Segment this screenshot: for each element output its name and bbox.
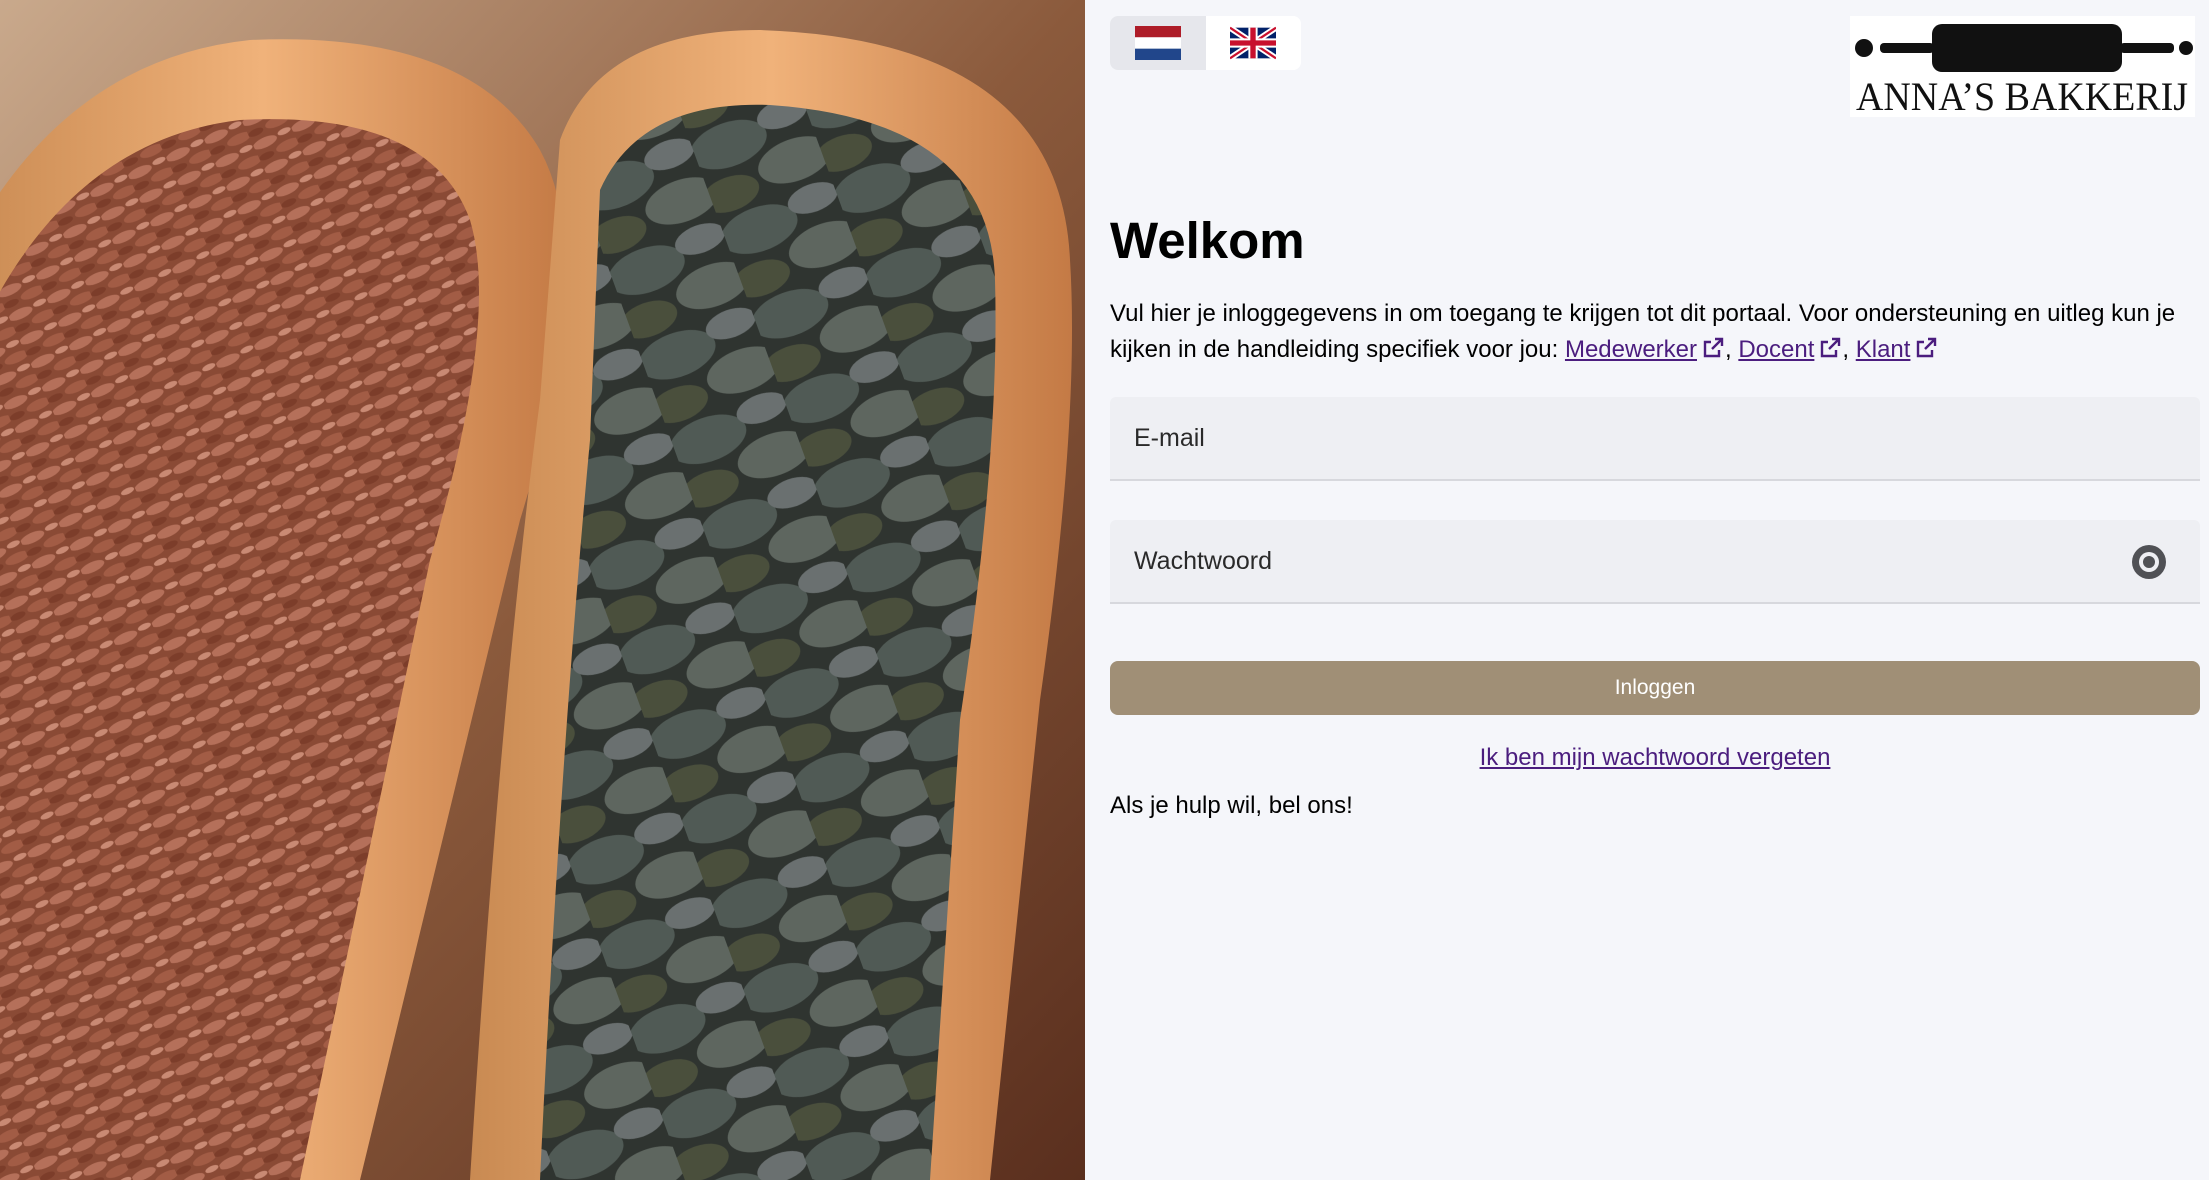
email-field (1110, 397, 2200, 481)
login-panel: ANNA’S BAKKERIJ Welkom Vul hier je inlog… (1085, 0, 2209, 1180)
login-button[interactable]: Inloggen (1110, 661, 2200, 715)
external-link-icon (1821, 337, 1841, 358)
link-separator: , (1725, 336, 1739, 363)
external-link-icon (1703, 337, 1724, 358)
manual-link-klant[interactable]: Klant (1856, 336, 1939, 363)
brand-logo: ANNA’S BAKKERIJ (1850, 16, 2195, 119)
logo-text: ANNA’S BAKKERIJ (1856, 74, 2188, 117)
intro-text: Vul hier je inloggegevens in om toegang … (1110, 296, 2200, 368)
forgot-password-link[interactable]: Ik ben mijn wachtwoord vergeten (1480, 744, 1831, 771)
manual-link-label: Klant (1855, 336, 1911, 363)
password-input[interactable] (1110, 520, 2200, 602)
page-title: Welkom (1110, 212, 1305, 269)
link-separator: , (1842, 336, 1856, 363)
hero-photo (0, 0, 1085, 1180)
external-link-icon (1917, 337, 1937, 358)
seeds-illustration (0, 0, 1085, 1180)
manual-link-docent[interactable]: Docent (1738, 336, 1842, 363)
language-nl-button[interactable] (1110, 16, 1206, 70)
email-input[interactable] (1110, 397, 2200, 479)
flag-uk-icon (1230, 26, 1277, 60)
eye-icon[interactable] (2128, 544, 2170, 580)
rolling-pin-logo: ANNA’S BAKKERIJ (1855, 24, 2193, 119)
language-switch (1110, 16, 1301, 70)
password-field (1110, 520, 2200, 604)
manual-link-medewerker[interactable]: Medewerker (1565, 336, 1725, 363)
manual-link-label: Medewerker (1564, 336, 1697, 363)
forgot-password-row: Ik ben mijn wachtwoord vergeten (1110, 742, 2200, 774)
language-en-button[interactable] (1205, 16, 1301, 70)
flag-nl-icon (1134, 26, 1181, 60)
help-text: Als je hulp wil, bel ons! (1110, 792, 1353, 819)
manual-link-label: Docent (1738, 336, 1815, 363)
